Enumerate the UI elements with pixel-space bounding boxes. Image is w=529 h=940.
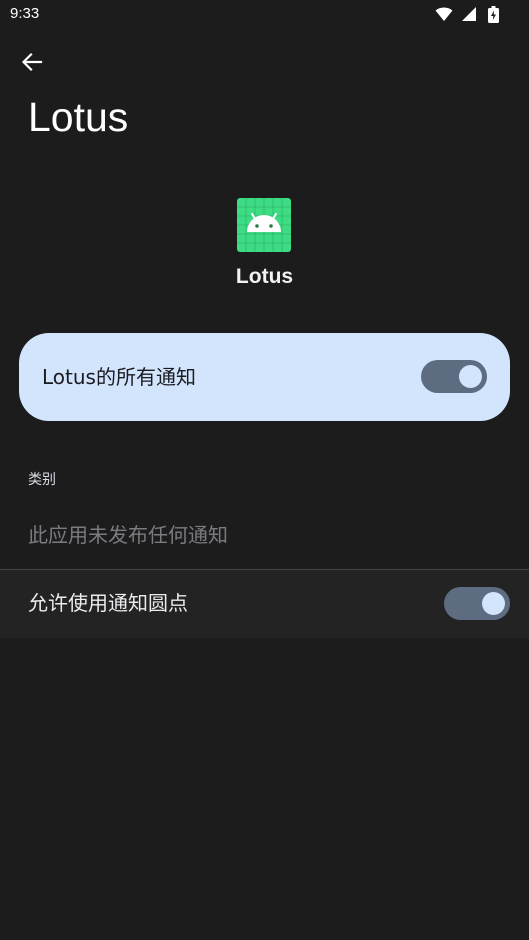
battery-charging-icon [488, 6, 499, 23]
notification-dot-toggle-row[interactable]: 允许使用通知圆点 [0, 570, 529, 638]
no-notifications-text: 此应用未发布任何通知 [28, 523, 228, 547]
all-notifications-toggle-row[interactable]: Lotus的所有通知 [19, 333, 510, 421]
android-app-icon [237, 198, 291, 252]
all-notifications-switch[interactable] [421, 360, 487, 393]
all-notifications-label: Lotus的所有通知 [42, 365, 196, 389]
notification-dot-label: 允许使用通知圆点 [28, 591, 188, 615]
arrow-left-icon [21, 52, 43, 72]
page-title: Lotus [28, 94, 129, 140]
app-notification-settings-screen: 9:33 Lotus Lotus Lotus的所有通知 类别 此应用未发布任何通… [0, 0, 529, 940]
cellular-signal-icon [462, 7, 476, 21]
notification-dot-switch[interactable] [444, 587, 510, 620]
status-time: 9:33 [10, 5, 40, 22]
wifi-icon [435, 7, 453, 21]
categories-header: 类别 [28, 472, 56, 488]
status-bar: 9:33 [0, 0, 529, 30]
switch-thumb [459, 365, 482, 388]
switch-thumb [482, 592, 505, 615]
back-button[interactable] [14, 44, 50, 80]
app-name: Lotus [235, 265, 294, 288]
